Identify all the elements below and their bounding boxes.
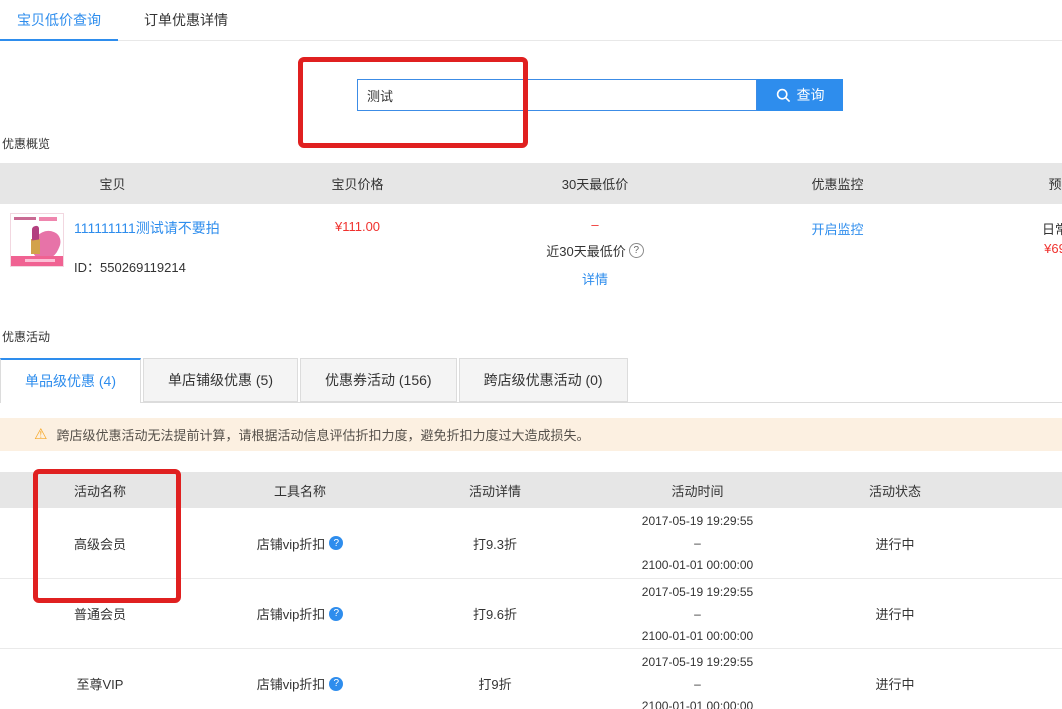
activity-detail: 打9.6折 bbox=[400, 604, 590, 623]
product-price: ¥111.00 bbox=[225, 204, 490, 310]
activity-time-separator: – bbox=[590, 532, 805, 554]
low30-help-icon[interactable]: ? bbox=[629, 243, 644, 258]
overview-col-presale: 预 bbox=[975, 174, 1062, 193]
overview-col-monitor: 优惠监控 bbox=[700, 174, 975, 193]
page-tab-bar: 宝贝低价查询 订单优惠详情 bbox=[0, 0, 1062, 41]
activity-name: 普通会员 bbox=[0, 604, 200, 623]
activity-time-separator: – bbox=[590, 603, 805, 625]
product-thumbnail[interactable] bbox=[10, 213, 64, 267]
activity-time-end: 2100-01-01 00:00:00 bbox=[590, 554, 805, 576]
activity-time: 2017-05-19 19:29:55 – 2100-01-01 00:00:0… bbox=[590, 651, 805, 709]
table-row: 至尊VIP 店铺vip折扣 ? 打9折 2017-05-19 19:29:55 … bbox=[0, 649, 1062, 709]
search-button-label: 查询 bbox=[797, 85, 825, 105]
promo-price: ¥69 bbox=[975, 241, 1062, 256]
search-input[interactable] bbox=[357, 79, 757, 111]
warning-icon: ⚠ bbox=[34, 427, 47, 442]
table-row: 高级会员 店铺vip折扣 ? 打9.3折 2017-05-19 19:29:55… bbox=[0, 508, 1062, 579]
activity-time-start: 2017-05-19 19:29:55 bbox=[590, 651, 805, 673]
tab-cross-shop-activity[interactable]: 跨店级优惠活动 (0) bbox=[459, 358, 628, 402]
activity-time-start: 2017-05-19 19:29:55 bbox=[590, 581, 805, 603]
start-monitor-link[interactable]: 开启监控 bbox=[811, 222, 863, 237]
activity-tab-bar: 单品级优惠 (4) 单店铺级优惠 (5) 优惠券活动 (156) 跨店级优惠活动… bbox=[0, 358, 630, 403]
overview-col-item: 宝贝 bbox=[0, 174, 225, 193]
tab-shop-level-discount[interactable]: 单店铺级优惠 (5) bbox=[143, 358, 298, 402]
activity-time-end: 2100-01-01 00:00:00 bbox=[590, 625, 805, 647]
search-button[interactable]: 查询 bbox=[757, 79, 843, 111]
table-row: 普通会员 店铺vip折扣 ? 打9.6折 2017-05-19 19:29:55… bbox=[0, 579, 1062, 649]
activity-time-separator: – bbox=[590, 673, 805, 695]
product-title-link[interactable]: 111111111测试请不要拍 bbox=[74, 218, 220, 238]
activity-name: 至尊VIP bbox=[0, 674, 200, 693]
warning-banner: ⚠ 跨店级优惠活动无法提前计算，请根据活动信息评估折扣力度，避免折扣力度过大造成… bbox=[0, 418, 1062, 451]
activity-detail: 打9折 bbox=[400, 674, 590, 693]
activity-tool: 店铺vip折扣 bbox=[257, 604, 326, 623]
activity-tool: 店铺vip折扣 bbox=[257, 534, 326, 553]
tool-help-icon[interactable]: ? bbox=[329, 536, 343, 550]
activity-col-name: 活动名称 bbox=[0, 481, 200, 500]
tool-help-icon[interactable]: ? bbox=[329, 677, 343, 691]
overview-table-header: 宝贝 宝贝价格 30天最低价 优惠监控 预 bbox=[0, 163, 1062, 204]
activity-tool: 店铺vip折扣 bbox=[257, 674, 326, 693]
page: 宝贝低价查询 订单优惠详情 查询 优惠概览 宝贝 宝贝价格 30天最低价 优惠监… bbox=[0, 0, 1062, 709]
overview-col-price: 宝贝价格 bbox=[225, 174, 490, 193]
activity-status: 进行中 bbox=[805, 604, 985, 623]
search-icon bbox=[776, 88, 791, 103]
product-id: ID：550269119214 bbox=[74, 257, 220, 276]
low30-value: – bbox=[490, 215, 700, 235]
activity-table-header: 活动名称 工具名称 活动详情 活动时间 活动状态 bbox=[0, 472, 1062, 508]
activity-col-status: 活动状态 bbox=[805, 481, 985, 500]
activity-detail: 打9.3折 bbox=[400, 534, 590, 553]
low30-detail-link[interactable]: 详情 bbox=[490, 269, 700, 288]
activity-time-end: 2100-01-01 00:00:00 bbox=[590, 695, 805, 709]
overview-product-row: 111111111测试请不要拍 ID：550269119214 ¥111.00 … bbox=[0, 204, 1062, 310]
activity-table-body: 高级会员 店铺vip折扣 ? 打9.3折 2017-05-19 19:29:55… bbox=[0, 508, 1062, 709]
low30-label: 近30天最低价 bbox=[546, 241, 625, 260]
tab-order-discount-detail[interactable]: 订单优惠详情 bbox=[118, 0, 254, 41]
activity-time-start: 2017-05-19 19:29:55 bbox=[590, 510, 805, 532]
warning-text: 跨店级优惠活动无法提前计算，请根据活动信息评估折扣力度，避免折扣力度过大造成损失… bbox=[56, 425, 589, 444]
overview-col-30day-low: 30天最低价 bbox=[490, 174, 700, 193]
overview-section-title: 优惠概览 bbox=[2, 135, 50, 152]
activity-name: 高级会员 bbox=[0, 534, 200, 553]
activity-time: 2017-05-19 19:29:55 – 2100-01-01 00:00:0… bbox=[590, 581, 805, 647]
activity-section-title: 优惠活动 bbox=[2, 328, 50, 345]
tab-item-level-discount[interactable]: 单品级优惠 (4) bbox=[0, 358, 141, 403]
activity-status: 进行中 bbox=[805, 534, 985, 553]
activity-status: 进行中 bbox=[805, 674, 985, 693]
activity-time: 2017-05-19 19:29:55 – 2100-01-01 00:00:0… bbox=[590, 510, 805, 576]
activity-col-tool: 工具名称 bbox=[200, 481, 400, 500]
promo-type-label: 日常 bbox=[975, 219, 1062, 238]
activity-col-detail: 活动详情 bbox=[400, 481, 590, 500]
activity-col-time: 活动时间 bbox=[590, 481, 805, 500]
tab-item-low-price-query[interactable]: 宝贝低价查询 bbox=[0, 0, 118, 41]
tab-coupon-activity[interactable]: 优惠券活动 (156) bbox=[300, 358, 457, 402]
tool-help-icon[interactable]: ? bbox=[329, 607, 343, 621]
